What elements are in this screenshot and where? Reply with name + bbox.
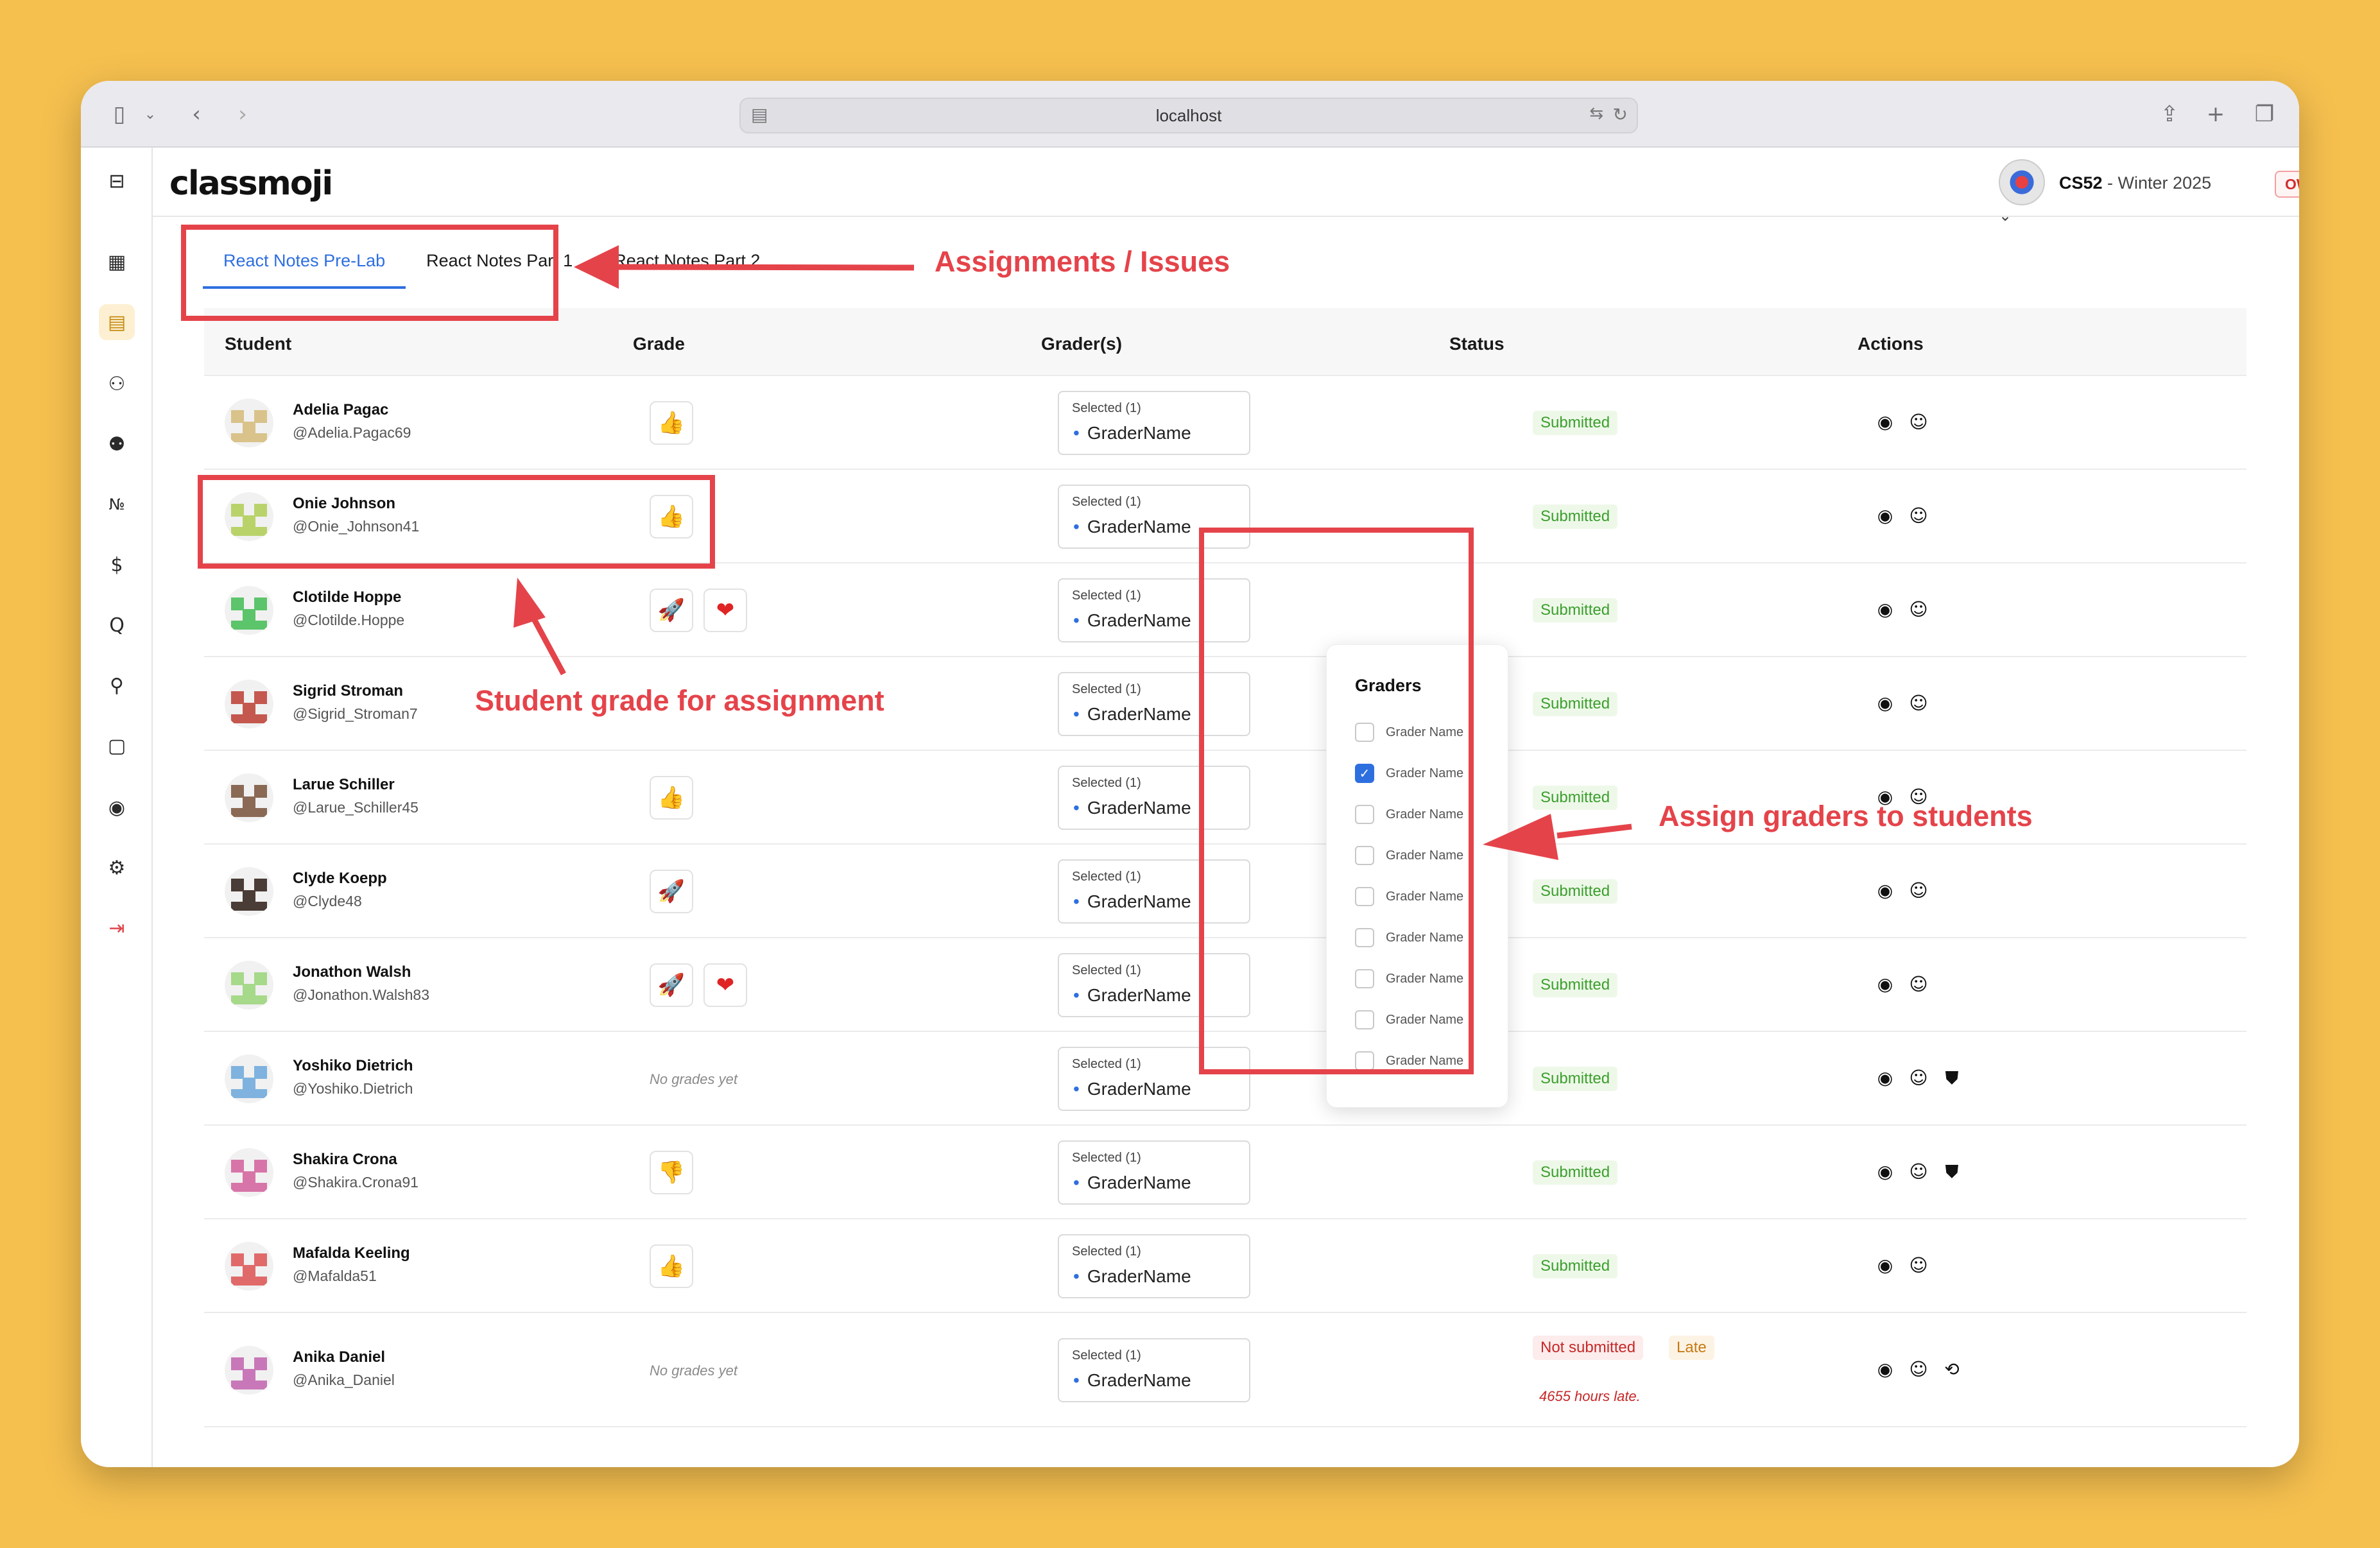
browser-window: ▯ ⌄ ‹ › ▤ localhost ⇆ ↻ ⇪ + ❐ ⊟ ▦ ▤ ⚇ ⚉ … bbox=[81, 81, 2299, 1467]
arrow-head-graders bbox=[1483, 814, 1558, 860]
annotation-arrows bbox=[513, 245, 1632, 860]
annotation-student-grade: Student grade for assignment bbox=[475, 684, 884, 717]
annotation-assignments: Assignments / Issues bbox=[935, 245, 1230, 278]
arrow-head-grade bbox=[513, 578, 546, 628]
arrow-head-tabs bbox=[574, 245, 619, 289]
annotation-assign-graders: Assign graders to students bbox=[1659, 800, 2033, 832]
